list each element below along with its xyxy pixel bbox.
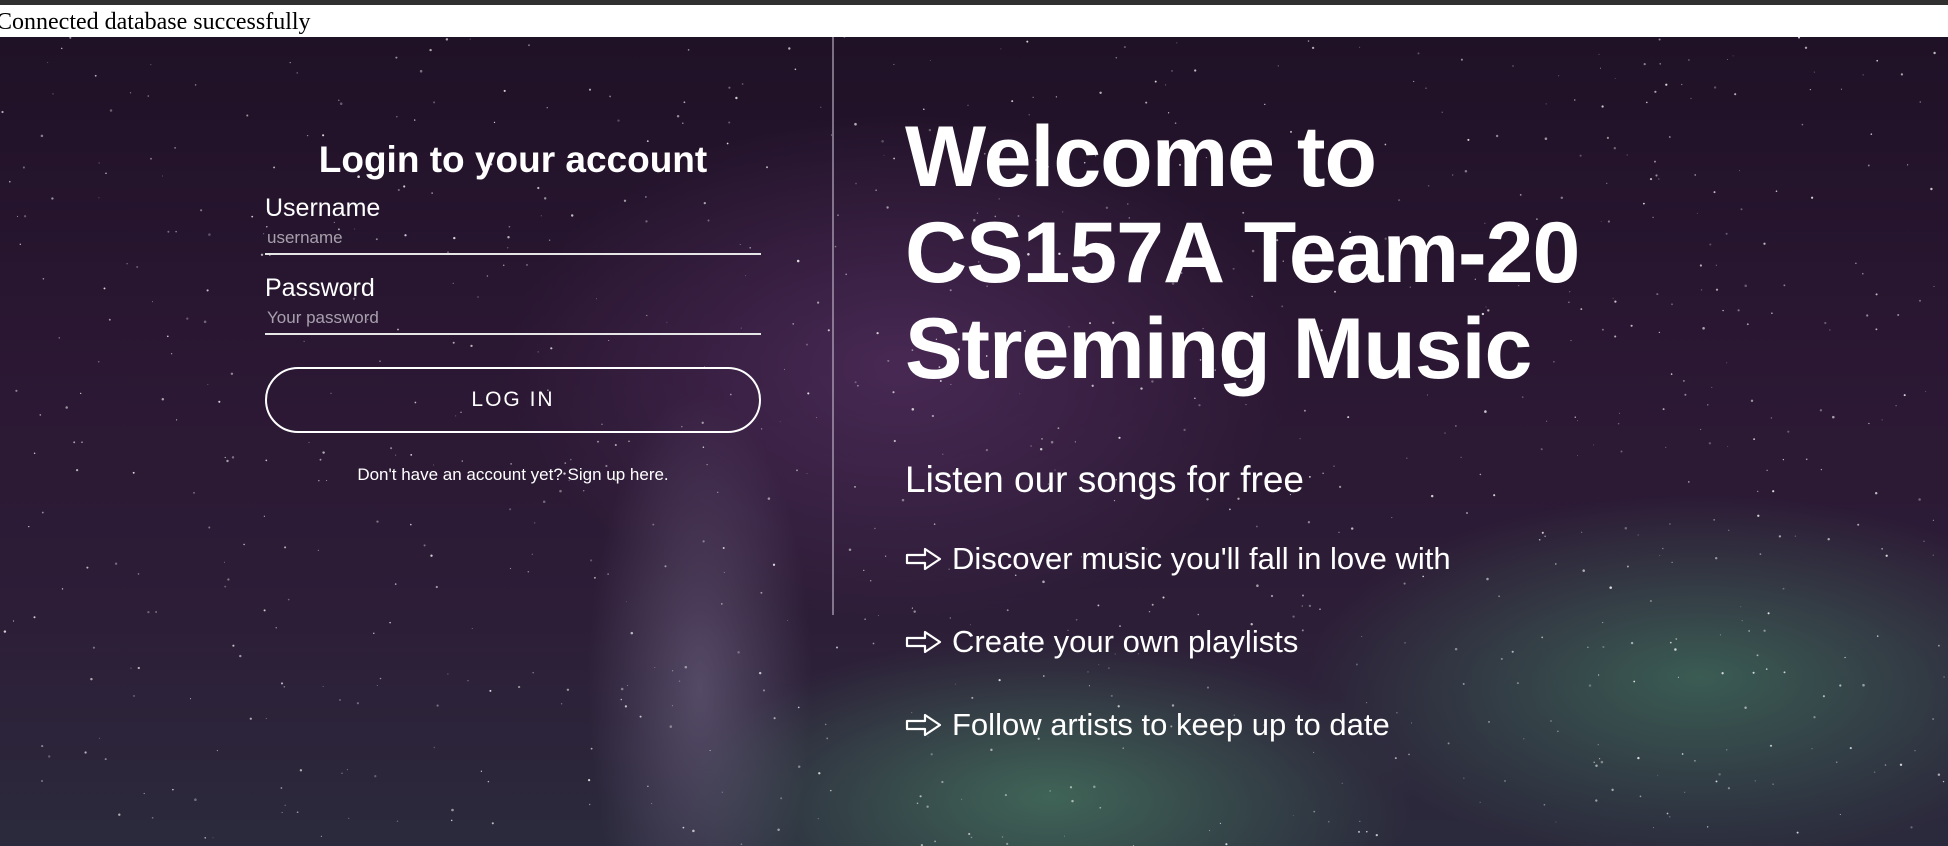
welcome-section: Welcome to CS157A Team-20 Streming Music…	[905, 109, 1905, 787]
browser-top-strip	[0, 0, 1948, 5]
feature-list: Discover music you'll fall in love with …	[905, 538, 1905, 746]
feature-text: Follow artists to keep up to date	[952, 707, 1390, 742]
password-input[interactable]	[265, 303, 761, 335]
feature-text: Discover music you'll fall in love with	[952, 541, 1451, 576]
login-button[interactable]: LOG IN	[265, 367, 761, 433]
welcome-heading-line-1: Welcome to	[905, 109, 1377, 205]
database-status-text: Connected database successfully	[0, 9, 311, 35]
right-arrow-outline-icon	[905, 547, 942, 571]
feature-item: Create your own playlists	[905, 621, 1905, 663]
welcome-heading: Welcome to CS157A Team-20 Streming Music	[905, 109, 1905, 397]
username-label: Username	[265, 194, 381, 222]
welcome-heading-line-3: Streming Music	[905, 301, 1532, 397]
signup-link[interactable]: Don't have an account yet? Sign up here.	[265, 465, 761, 485]
feature-item: Discover music you'll fall in love with	[905, 538, 1905, 580]
feature-text: Create your own playlists	[952, 624, 1299, 659]
hero-background: Login to your account Username Password …	[0, 37, 1948, 846]
username-input[interactable]	[265, 223, 761, 255]
feature-item: Follow artists to keep up to date	[905, 704, 1905, 746]
tagline: Listen our songs for free	[905, 459, 1304, 500]
right-arrow-outline-icon	[905, 630, 942, 654]
vertical-divider	[832, 37, 834, 615]
password-label: Password	[265, 274, 375, 302]
login-form: Login to your account Username Password …	[265, 135, 761, 485]
right-arrow-outline-icon	[905, 713, 942, 737]
welcome-heading-line-2: CS157A Team-20	[905, 205, 1580, 301]
login-title: Login to your account	[318, 139, 708, 180]
